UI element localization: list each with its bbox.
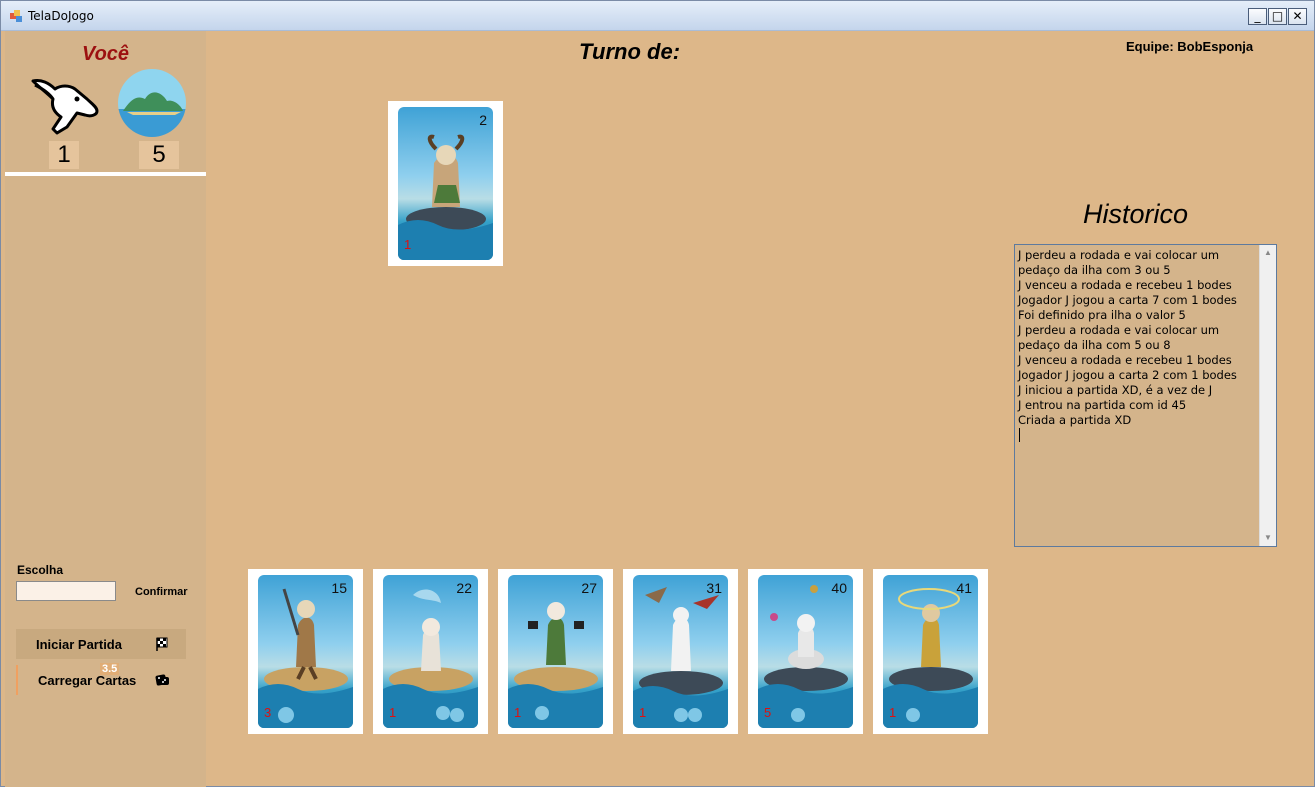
history-line: Jogador J jogou a carta 2 com 1 bodes <box>1018 368 1237 382</box>
start-match-button[interactable]: Iniciar Partida <box>16 629 186 659</box>
card-number: 27 <box>581 580 597 596</box>
text-caret <box>1019 428 1020 442</box>
hand-card[interactable]: 40 5 <box>748 569 863 734</box>
card-art <box>883 575 978 728</box>
card-art <box>633 575 728 728</box>
card-art <box>398 107 493 260</box>
goat-illustration <box>758 585 853 728</box>
goat-illustration <box>258 588 353 728</box>
card-goats: 1 <box>404 237 412 252</box>
card-number: 2 <box>479 112 487 128</box>
goat-illustration <box>383 589 478 728</box>
history-line: J entrou na partida com id 45 <box>1018 398 1187 412</box>
history-line: pedaço da ilha com 3 ou 5 <box>1018 263 1171 277</box>
goat-count: 1 <box>49 141 79 169</box>
choice-label: Escolha <box>17 563 64 577</box>
history-line: Criada a partida XD <box>1018 413 1132 427</box>
player-sidebar: Você 1 5 Escolha Confirmar Iniciar Parti… <box>5 31 206 787</box>
title-bar: TelaDoJogo _ □ ✕ <box>1 1 1314 31</box>
history-line: J venceu a rodada e recebeu 1 bodes <box>1018 353 1232 367</box>
history-lines: J perdeu a rodada e vai colocar um pedaç… <box>1015 248 1260 442</box>
goat-illustration <box>508 602 603 728</box>
checkered-flag-icon <box>156 637 168 651</box>
card-art <box>508 575 603 728</box>
team-label: Equipe: BobEsponja <box>1126 39 1254 54</box>
scroll-up-icon[interactable]: ▲ <box>1260 245 1276 261</box>
card-number: 40 <box>831 580 847 596</box>
divider <box>5 172 206 176</box>
turn-label: Turno de: <box>579 39 681 64</box>
minimize-button[interactable]: _ <box>1248 8 1267 25</box>
hand-card[interactable]: 22 1 <box>373 569 488 734</box>
window-title: TelaDoJogo <box>28 9 94 23</box>
history-line: Jogador J jogou a carta 7 com 1 bodes <box>1018 293 1237 307</box>
player-label: Você <box>81 43 130 65</box>
card-goats: 1 <box>639 705 647 720</box>
history-line: J venceu a rodada e recebeu 1 bodes <box>1018 278 1232 292</box>
goat-illustration <box>883 588 978 728</box>
game-window: TelaDoJogo _ □ ✕ Você 1 5 Escolha Confir… <box>0 0 1315 787</box>
card-goats: 1 <box>389 705 397 720</box>
close-button[interactable]: ✕ <box>1288 8 1307 25</box>
start-match-label: Iniciar Partida <box>36 637 122 652</box>
card-art <box>258 575 353 728</box>
load-badge: 3.5 <box>100 663 120 675</box>
card-goats: 3 <box>264 705 272 720</box>
card-number: 31 <box>706 580 722 596</box>
played-card: 2 1 <box>388 101 503 266</box>
history-line: pedaço da ilha com 5 ou 8 <box>1018 338 1171 352</box>
history-line: J perdeu a rodada e vai colocar um <box>1018 323 1220 337</box>
app-icon <box>10 10 22 22</box>
hand-card[interactable]: 27 1 <box>498 569 613 734</box>
island-count: 5 <box>139 141 179 169</box>
load-cards-label: Carregar Cartas <box>38 673 137 688</box>
hand-card[interactable]: 41 1 <box>873 569 988 734</box>
card-art <box>758 575 853 728</box>
history-scrollbar[interactable]: ▲ ▼ <box>1259 245 1276 546</box>
goat-illustration <box>633 587 728 728</box>
history-line: Foi definido pra ilha o valor 5 <box>1018 308 1186 322</box>
goat-illustration <box>398 134 493 260</box>
choice-input[interactable] <box>16 581 116 601</box>
confirm-button[interactable]: Confirmar <box>135 586 188 598</box>
card-goats: 1 <box>889 705 897 720</box>
goat-icon <box>31 79 99 135</box>
card-goats: 5 <box>764 705 772 720</box>
island-icon <box>118 69 186 137</box>
history-title: Historico <box>1083 199 1189 229</box>
card-art <box>383 575 478 728</box>
card-number: 22 <box>456 580 472 596</box>
hand-card[interactable]: 31 1 <box>623 569 738 734</box>
card-number: 41 <box>956 580 972 596</box>
scroll-down-icon[interactable]: ▼ <box>1260 530 1276 546</box>
dice-icon <box>155 674 169 686</box>
card-goats: 1 <box>514 705 522 720</box>
history-line: J iniciou a partida XD, é a vez de J <box>1018 383 1213 397</box>
maximize-button[interactable]: □ <box>1268 8 1287 25</box>
history-log[interactable]: J perdeu a rodada e vai colocar um pedaç… <box>1014 244 1277 547</box>
history-line: J perdeu a rodada e vai colocar um <box>1018 248 1220 262</box>
hand-card[interactable]: 15 3 <box>248 569 363 734</box>
card-number: 15 <box>331 580 347 596</box>
